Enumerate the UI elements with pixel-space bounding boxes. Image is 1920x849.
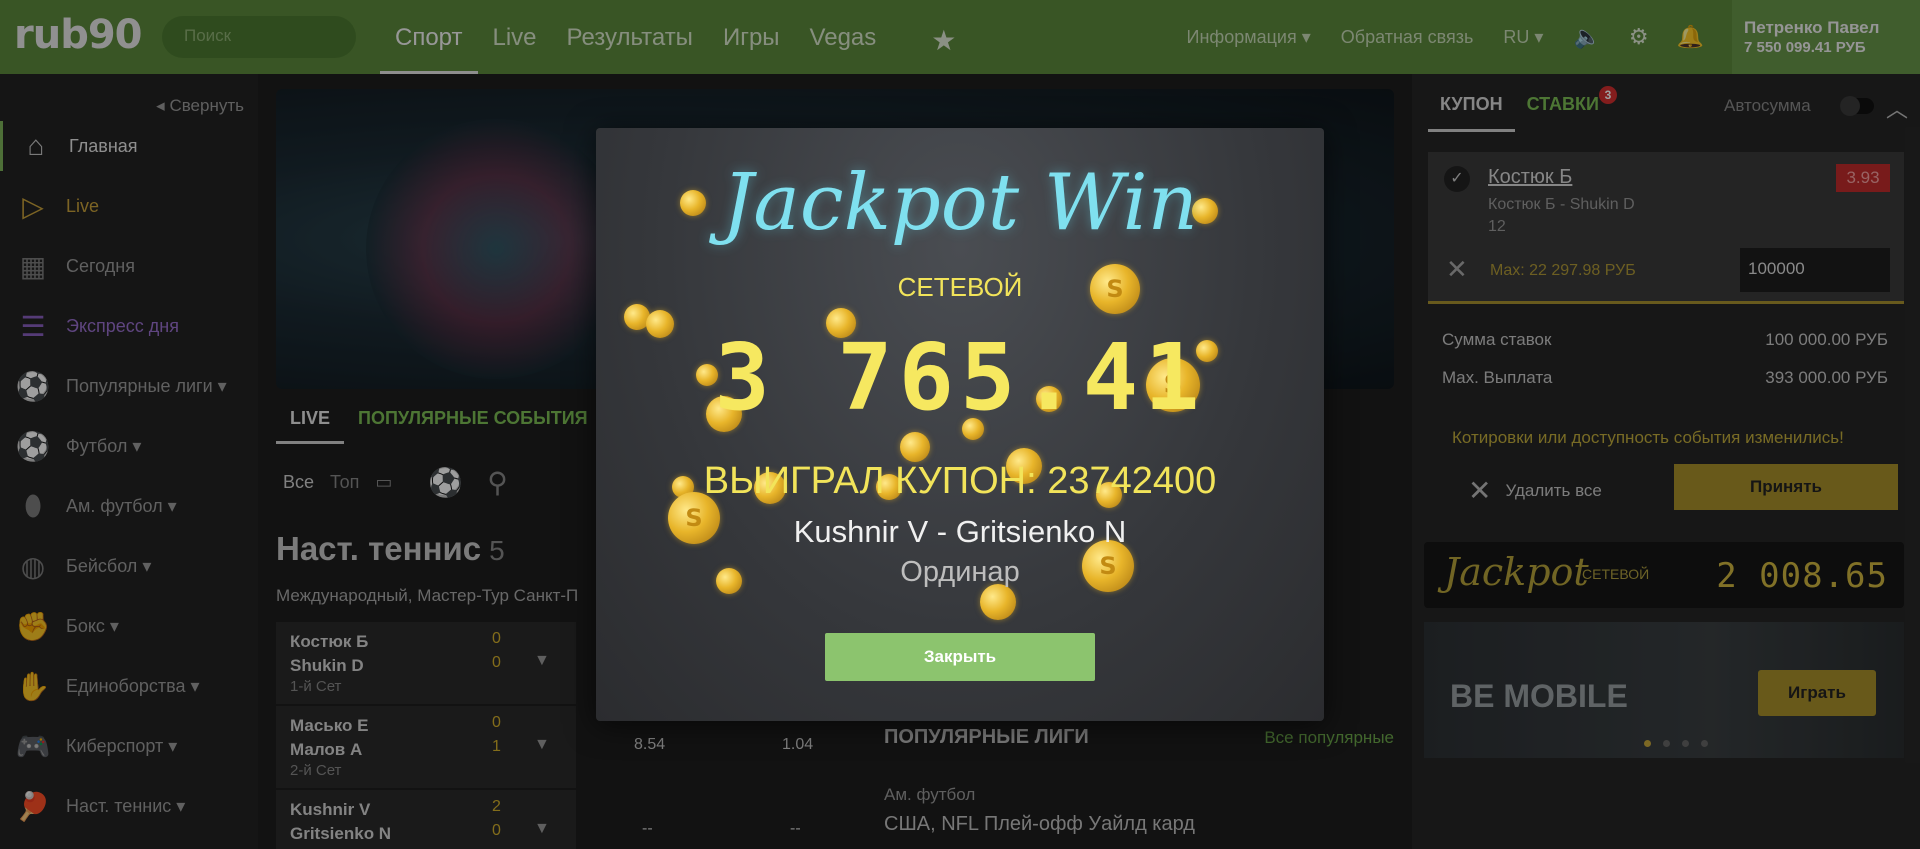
winning-match: Kushnir V - Gritsienko N xyxy=(793,514,1127,549)
winning-coupon: ВЫИГРАЛ КУПОН: 23742400 xyxy=(703,460,1217,502)
modal-title: Jackpot Win xyxy=(722,158,1198,248)
coin-icon xyxy=(900,432,930,462)
close-button[interactable]: Закрыть xyxy=(825,633,1095,681)
modal-network: СЕТЕВОЙ xyxy=(897,272,1023,302)
bet-type: Ординар xyxy=(900,556,1020,588)
coin-icon xyxy=(980,584,1016,620)
jackpot-amount: 3 765.41 xyxy=(714,324,1206,431)
jackpot-win-modal: S S S S Jackpot Win СЕТЕВОЙ 3 765.41 ВЫИ… xyxy=(596,128,1324,721)
